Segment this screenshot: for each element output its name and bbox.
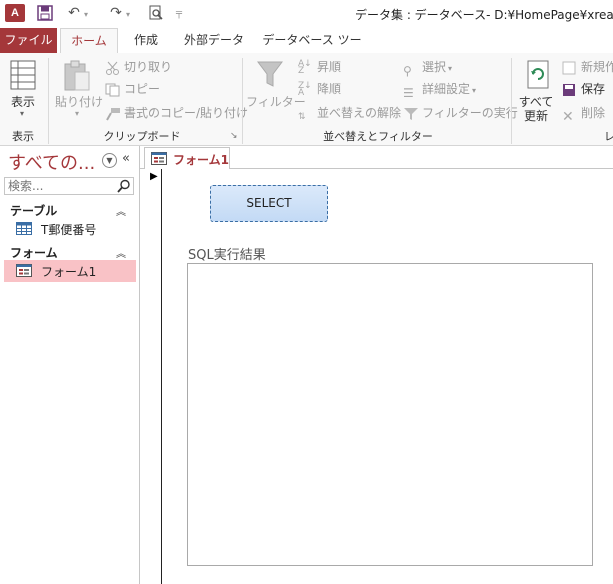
sql-result-textbox[interactable] [187, 263, 593, 566]
tab-external-data[interactable]: 外部データ [178, 28, 250, 53]
record-selector-bar[interactable] [145, 169, 162, 584]
tab-file[interactable]: ファイル [0, 28, 57, 53]
form-icon [16, 264, 32, 277]
format-painter-icon [105, 107, 121, 121]
tab-database-tools[interactable]: データベース ツール [260, 28, 364, 72]
view-dropdown-icon[interactable]: ▾ [20, 109, 24, 118]
group-label-sort-filter: 並べ替えとフィルター [323, 130, 433, 143]
filter-icon[interactable] [256, 59, 284, 92]
refresh-all-icon[interactable] [526, 60, 552, 93]
undo-icon[interactable]: ↶ [64, 4, 84, 22]
copy-label: コピー [124, 82, 161, 96]
nav-item-form[interactable]: フォーム1 [4, 260, 136, 282]
paste-icon[interactable] [63, 60, 91, 95]
save-icon[interactable] [35, 4, 55, 22]
save-record-label: 保存 [581, 82, 606, 96]
view-icon[interactable] [10, 60, 36, 93]
print-preview-icon[interactable] [146, 4, 166, 22]
selection-filter-icon: ⚲ [403, 63, 412, 78]
tab-home[interactable]: ホーム [60, 28, 118, 54]
section-collapse-icon[interactable]: ︽ [116, 245, 126, 260]
sort-ascending-icon: A↓ Z [298, 58, 312, 76]
nav-menu-chevron-icon[interactable]: ▼ [102, 153, 117, 168]
cut-button[interactable]: 切り取り [105, 57, 172, 77]
save-record-icon [562, 83, 578, 97]
cut-label: 切り取り [124, 60, 173, 74]
group-label-records: レ [604, 130, 613, 143]
copy-button[interactable]: コピー [105, 79, 160, 99]
redo-icon[interactable]: ↷ [106, 4, 126, 22]
new-record-icon [562, 61, 578, 75]
sort-descending-label: 降順 [317, 82, 342, 96]
sort-descending-icon: Z↓ A [298, 80, 312, 98]
nav-section-forms[interactable]: フォーム [10, 244, 58, 261]
clipboard-launcher-icon[interactable]: ↘ [230, 131, 238, 141]
sql-result-label: SQL実行結果 [188, 248, 266, 263]
nav-item-label: フォーム1 [41, 265, 97, 279]
table-icon [16, 222, 32, 235]
select-button[interactable]: SELECT [210, 185, 328, 222]
selection-label: 選択 [422, 60, 447, 74]
group-separator [511, 58, 512, 144]
advanced-filter-icon: ☰ [403, 85, 414, 100]
paste-dropdown-icon[interactable]: ▾ [75, 109, 79, 118]
new-record-label: 新規作 [581, 60, 613, 74]
group-separator [48, 58, 49, 144]
selection-button[interactable]: ⚲ 選択 ▾ [403, 57, 453, 78]
nav-pane-title[interactable]: すべての... [8, 149, 95, 175]
form-icon [151, 152, 167, 168]
customize-qat-icon[interactable]: ╤ [174, 5, 184, 23]
sort-descending-button[interactable]: Z↓ A 降順 [298, 79, 341, 99]
window-title: データ集 : データベース- D:¥HomePage¥xrea¥acc [355, 8, 613, 22]
sort-ascending-label: 昇順 [317, 60, 342, 74]
save-record-button[interactable]: 保存 [562, 79, 605, 99]
advanced-filter-button[interactable]: ☰ 詳細設定 ▾ [403, 79, 477, 100]
toggle-filter-label: フィルターの実行 [422, 106, 518, 120]
search-icon[interactable] [117, 179, 131, 193]
document-tab-label: フォーム1 [173, 153, 229, 167]
copy-icon [105, 83, 121, 97]
sort-ascending-button[interactable]: A↓ Z 昇順 [298, 57, 341, 77]
undo-dropdown-icon[interactable]: ▾ [82, 6, 90, 24]
advanced-filter-label: 詳細設定 [422, 82, 471, 96]
nav-item-table[interactable]: T郵便番号 [4, 218, 136, 240]
group-separator [242, 58, 243, 144]
current-record-arrow-icon: ▶ [150, 171, 158, 182]
nav-collapse-icon[interactable]: « [122, 151, 130, 166]
refresh-all-label-line2[interactable]: 更新 [518, 107, 554, 124]
toggle-filter-button[interactable]: フィルターの実行 [403, 103, 518, 123]
section-collapse-icon[interactable]: ︽ [116, 203, 126, 218]
redo-dropdown-icon[interactable]: ▾ [124, 6, 132, 24]
format-painter-button[interactable]: 書式のコピー/貼り付け [105, 103, 248, 123]
view-button[interactable]: 表示 [6, 93, 40, 110]
nav-section-tables[interactable]: テーブル [10, 202, 57, 219]
scissors-icon [105, 61, 121, 75]
nav-search-box [4, 177, 134, 195]
toggle-filter-icon [403, 107, 419, 121]
paste-button[interactable]: 貼り付け [55, 93, 103, 110]
nav-item-label: T郵便番号 [41, 223, 97, 237]
advanced-dropdown-icon: ▾ [472, 86, 477, 95]
delete-record-button[interactable]: ✕ 削除 [562, 103, 606, 125]
selection-dropdown-icon: ▾ [448, 64, 453, 73]
new-record-button[interactable]: 新規作 [562, 57, 613, 77]
delete-x-icon: ✕ [562, 108, 574, 125]
delete-record-label: 削除 [581, 106, 606, 120]
document-tab-form1[interactable]: フォーム1 [144, 147, 230, 169]
clear-sort-icon: ⇅ [298, 111, 306, 122]
nav-search-input[interactable] [5, 178, 118, 194]
tab-create[interactable]: 作成 [126, 28, 166, 53]
filter-button[interactable]: フィルター [246, 93, 306, 110]
access-logo-icon[interactable]: A [5, 4, 25, 22]
format-painter-label: 書式のコピー/貼り付け [124, 106, 249, 120]
clear-sort-button[interactable]: ⇅ 並べ替えの解除 [298, 103, 401, 123]
group-label-view: 表示 [12, 130, 34, 143]
group-label-clipboard: クリップボード [103, 130, 181, 143]
clear-sort-label: 並べ替えの解除 [317, 106, 402, 120]
